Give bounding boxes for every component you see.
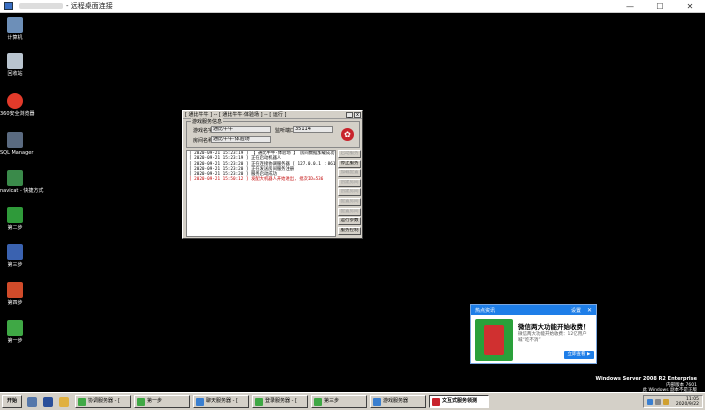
security-icon[interactable] xyxy=(663,399,669,405)
step-icon xyxy=(7,207,23,223)
close-button[interactable]: ✕ xyxy=(675,0,705,13)
recycle-bin-icon xyxy=(7,53,23,69)
computer-icon xyxy=(7,17,23,33)
desktop-icon-step3[interactable]: 第三步 xyxy=(0,244,30,268)
create-room-button-2[interactable]: 创建房间 xyxy=(338,188,361,197)
stop-service-button[interactable]: 停止服务 xyxy=(338,159,361,168)
control-buttons: 启动服务 停止服务 加载配置 创建房间 创建房间 配置房间 配置房间 运行参数 … xyxy=(338,150,361,236)
desktop-icon-360-browser[interactable]: 360安全浏览器 xyxy=(0,93,35,117)
desktop-icon-step2[interactable]: 第二步 xyxy=(0,207,30,231)
popup-image[interactable] xyxy=(475,319,513,361)
step-icon xyxy=(7,244,23,260)
gear-icon xyxy=(7,282,23,298)
server-manager-icon[interactable] xyxy=(27,397,37,407)
log-list[interactable]: [ 2020-09-21 15:23:19 ] 【 通比牛牛·体验场 】 房间数… xyxy=(186,150,336,237)
app-icon xyxy=(432,398,440,406)
service-control-button[interactable]: 服务控制 xyxy=(338,226,361,235)
game-logo-icon: ✿ xyxy=(341,128,354,141)
window-close-button[interactable]: x xyxy=(354,111,361,118)
run-params-button[interactable]: 运行参数 xyxy=(338,217,361,226)
server-info-group: 游戏服务信息 游戏名字: 通比牛牛 监听端口: 35114 房间名称: 通比牛牛… xyxy=(186,118,360,148)
game-server-window: [ 通比牛牛 ] -- [ 通比牛牛·体验场 ] -- [ 运行 ] _ x 游… xyxy=(182,110,363,239)
app-icon xyxy=(314,398,322,406)
explorer-icon[interactable] xyxy=(59,397,69,407)
taskbar-item-login-server[interactable]: 登录服务器 - [ xyxy=(252,395,308,408)
volume-icon[interactable] xyxy=(655,399,661,405)
popup-view-button[interactable]: 立即查看 ▶ xyxy=(564,351,594,359)
taskbar-item-chat-server[interactable]: 聊天服务器 - [ xyxy=(193,395,249,408)
taskbar-item-coordinator[interactable]: 协调服务器 - [ xyxy=(75,395,131,408)
create-room-button[interactable]: 创建房间 xyxy=(338,178,361,187)
popup-settings-link[interactable]: 设置 xyxy=(571,307,581,314)
desktop-icon-computer[interactable]: 计算机 xyxy=(0,17,30,41)
rdp-title-bar: - 远程桌面连接 — ☐ ✕ xyxy=(0,0,705,13)
network-icon[interactable] xyxy=(647,399,653,405)
app-icon xyxy=(196,398,204,406)
navicat-icon xyxy=(7,170,23,186)
rdp-title: - 远程桌面连接 xyxy=(66,2,113,10)
remote-desktop-icon xyxy=(4,2,13,10)
desktop-icon-recycle-bin[interactable]: 回收站 xyxy=(0,53,30,77)
desktop-icon-step4[interactable]: 第四步 xyxy=(0,282,30,306)
game-name-field[interactable]: 通比牛牛 xyxy=(211,126,271,133)
app-icon xyxy=(78,398,86,406)
config-room-button-2[interactable]: 配置房间 xyxy=(338,207,361,216)
taskbar: 开始 协调服务器 - [ 第一步 聊天服务器 - [ 登录服务器 - [ 第三步… xyxy=(0,392,705,410)
start-button[interactable]: 开始 xyxy=(2,395,22,408)
window-title: [ 通比牛牛 ] -- [ 通比牛牛·体验场 ] -- [ 运行 ] xyxy=(185,112,287,118)
desktop-icon-navicat[interactable]: navicat - 快捷方式 xyxy=(0,170,43,194)
step-icon xyxy=(7,320,23,336)
listen-port-field[interactable]: 35114 xyxy=(293,126,333,133)
group-title: 游戏服务信息 xyxy=(191,118,224,125)
minimize-button[interactable]: — xyxy=(615,0,645,13)
phone-image-icon xyxy=(484,325,504,355)
start-service-button[interactable]: 启动服务 xyxy=(338,150,361,158)
popup-close-icon[interactable]: ✕ xyxy=(587,307,592,314)
popup-headline[interactable]: 微信两大功能开始收费！ xyxy=(518,321,590,331)
news-popup: 热点资讯 设置 ✕ 微信两大功能开始收费！ 微信两大功能开始收费：12亿用户喊“… xyxy=(470,304,597,364)
room-name-field[interactable]: 通比牛牛·体验场 xyxy=(211,136,271,143)
blurred-hostname xyxy=(19,3,63,9)
powershell-icon[interactable] xyxy=(43,397,53,407)
app-icon xyxy=(255,398,263,406)
clock[interactable]: 11:05 2020/9/22 xyxy=(676,397,699,407)
desktop-icon-step1[interactable]: 第一步 xyxy=(0,320,30,344)
taskbar-item-step1[interactable]: 第一步 xyxy=(134,395,190,408)
load-config-button[interactable]: 加载配置 xyxy=(338,169,361,178)
app-icon xyxy=(373,398,381,406)
database-icon xyxy=(7,132,23,148)
taskbar-item-step3[interactable]: 第三步 xyxy=(311,395,367,408)
system-tray: 11:05 2020/9/22 xyxy=(643,395,703,408)
taskbar-item-interactive-service[interactable]: 文互式服务领测 xyxy=(429,395,489,408)
maximize-button[interactable]: ☐ xyxy=(645,0,675,13)
popup-body: 微信两大功能开始收费：12亿用户喊“吃不消” xyxy=(518,332,587,343)
popup-header: 热点资讯 设置 ✕ xyxy=(471,305,596,315)
browser-icon xyxy=(7,93,23,109)
app-icon xyxy=(137,398,145,406)
log-line-error: [ 2020-09-21 15:50:12 ] 发配大机器人开始进出, 批次ID… xyxy=(189,177,324,183)
desktop-icon-sql-manager[interactable]: SQL Manager xyxy=(0,132,33,156)
window-minimize-button[interactable]: _ xyxy=(346,111,353,118)
taskbar-item-game-server[interactable]: 游戏服务器 xyxy=(370,395,426,408)
popup-header-title: 热点资讯 xyxy=(475,307,496,314)
config-room-button[interactable]: 配置房间 xyxy=(338,197,361,206)
